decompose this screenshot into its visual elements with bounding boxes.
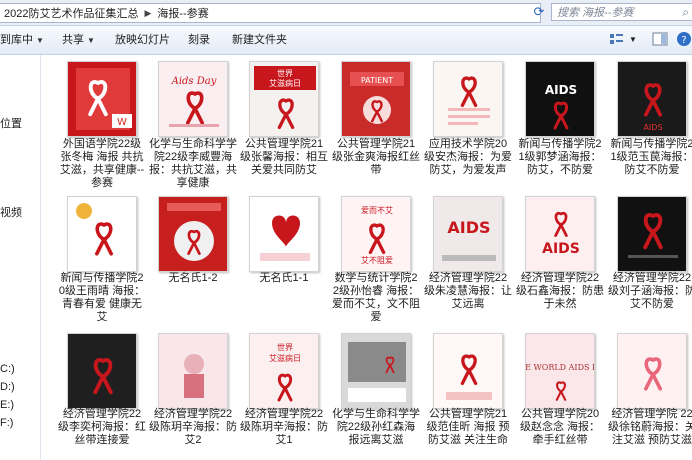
file-thumbnail[interactable]: W: [67, 61, 137, 137]
slideshow-button[interactable]: 放映幻灯片: [115, 33, 170, 47]
nav-item-drive-e[interactable]: E:): [0, 399, 14, 411]
file-name[interactable]: 公共管理学院21级张馨海报：相互关爱共同防艾: [240, 138, 328, 177]
file-name[interactable]: 新闻与传播学院21级范玉苠海报：防艾不防爱: [608, 138, 692, 177]
chevron-down-icon: ▼: [36, 36, 44, 45]
command-bar: 到库中 ▼ 共享 ▼ 放映幻灯片 刻录 新建文件夹 ▼ ?: [0, 26, 692, 55]
svg-text:艾滋病日: 艾滋病日: [269, 78, 301, 88]
nav-item-location[interactable]: 位置: [0, 115, 22, 131]
file-thumbnail[interactable]: THE WORLD AIDS DAY: [525, 333, 595, 409]
file-name[interactable]: 数学与统计学院22级孙怡睿 海报：爱而不艾，文不阻爱: [332, 272, 420, 324]
file-thumbnail[interactable]: [158, 196, 228, 272]
file-thumbnail[interactable]: [67, 333, 137, 409]
file-name[interactable]: 应用技术学院20级安杰海报：为爱防艾，为爱发声: [424, 138, 512, 177]
svg-text:AIDS: AIDS: [545, 83, 577, 97]
file-name[interactable]: 新闻与传播学院21级郭梦涵海报：防艾，不防爱: [516, 138, 604, 177]
file-name[interactable]: 化学与生命科学学院22级李威豐海报：共抗艾滋，共享健康: [149, 138, 237, 190]
svg-text:?: ?: [681, 35, 686, 46]
file-thumbnail[interactable]: [617, 196, 687, 272]
svg-text:艾滋病日: 艾滋病日: [269, 353, 301, 363]
file-name[interactable]: 经济管理学院22级陈玥辛海报：防艾1: [240, 408, 328, 447]
file-name[interactable]: 无名氏1-1: [240, 272, 328, 285]
file-name[interactable]: 经济管理学院 22级徐铭蔚海报：关注艾滋 预防艾滋: [608, 408, 692, 447]
search-input[interactable]: 搜索 海报--参赛 ⌕: [551, 3, 692, 21]
svg-text:AIDS: AIDS: [447, 218, 490, 237]
share-label: 共享: [62, 34, 84, 46]
file-thumbnail[interactable]: [249, 196, 319, 272]
svg-text:AIDS: AIDS: [542, 241, 580, 257]
file-name[interactable]: 经济管理学院22级李奕柯海报：红丝带连接爱: [58, 408, 146, 447]
svg-text:W: W: [117, 117, 127, 128]
file-list: W 外国语学院22级张冬梅 海报 共抗艾滋，共享健康--参赛 Aids Day 化学与…: [42, 55, 692, 460]
share-button[interactable]: 共享 ▼: [62, 33, 95, 47]
file-thumbnail[interactable]: AIDS: [525, 61, 595, 137]
file-name[interactable]: 公共管理学院21级张金爽海报红丝带: [332, 138, 420, 177]
breadcrumb-current[interactable]: 海报--参赛: [153, 5, 212, 21]
file-name[interactable]: 公共管理学院20级赵念念 海报：牵手红丝带: [516, 408, 604, 447]
svg-text:AIDS: AIDS: [643, 123, 662, 132]
file-name[interactable]: 公共管理学院21级范佳昕 海报 预防艾滋 关注生命: [424, 408, 512, 447]
file-thumbnail[interactable]: AIDS: [617, 61, 687, 137]
file-name[interactable]: 经济管理学院22级石鑫海报：防患于未然: [516, 272, 604, 311]
file-thumbnail[interactable]: PATIENT: [341, 61, 411, 137]
file-name[interactable]: 无名氏1-2: [149, 272, 237, 285]
file-name[interactable]: 经济管理学院22级刘子涵海报：防艾不防爱: [608, 272, 692, 311]
help-icon[interactable]: ?: [676, 31, 692, 47]
view-options-icon[interactable]: [609, 31, 625, 47]
file-name[interactable]: 外国语学院22级张冬梅 海报 共抗艾滋，共享健康--参赛: [58, 138, 146, 190]
breadcrumb-separator-icon[interactable]: ▶: [142, 8, 153, 19]
file-name[interactable]: 化学与生命科学学院22级孙红森海报远离艾滋: [332, 408, 420, 447]
file-thumbnail[interactable]: Aids Day: [158, 61, 228, 137]
nav-item-drive-d[interactable]: D:): [0, 381, 15, 393]
nav-item-drive-c[interactable]: C:): [0, 363, 15, 375]
search-icon[interactable]: ⌕: [682, 5, 689, 20]
file-thumbnail[interactable]: [67, 196, 137, 272]
burn-button[interactable]: 刻录: [188, 33, 210, 47]
breadcrumb-folder[interactable]: 2022防艾艺术作品征集汇总: [0, 5, 142, 21]
file-thumbnail[interactable]: 世界 艾滋病日: [249, 333, 319, 409]
nav-item-videos[interactable]: 视频: [0, 204, 22, 220]
file-thumbnail[interactable]: 世界 艾滋病日: [249, 61, 319, 137]
file-thumbnail[interactable]: AIDS: [433, 196, 503, 272]
file-thumbnail[interactable]: AIDS: [525, 196, 595, 272]
file-thumbnail[interactable]: [617, 333, 687, 409]
include-in-library-button[interactable]: 到库中 ▼: [0, 33, 44, 47]
search-placeholder: 搜索 海报--参赛: [557, 7, 634, 19]
svg-text:世界: 世界: [277, 68, 293, 78]
view-dropdown-icon[interactable]: ▼: [629, 33, 637, 47]
file-name[interactable]: 新闻与传播学院20级王雨晴 海报：青春有爱 健康无艾: [58, 272, 146, 324]
file-thumbnail[interactable]: 爱而不艾 艾不阻爱: [341, 196, 411, 272]
svg-text:爱而不艾: 爱而不艾: [361, 206, 393, 215]
svg-text:PATIENT: PATIENT: [361, 76, 393, 85]
new-folder-button[interactable]: 新建文件夹: [232, 33, 287, 47]
preview-pane-icon[interactable]: [652, 31, 668, 47]
address-bar: 2022防艾艺术作品征集汇总 ▶ 海报--参赛 ⟳ 搜索 海报--参赛 ⌕: [0, 0, 692, 26]
file-thumbnail[interactable]: [433, 61, 503, 137]
nav-item-drive-f[interactable]: F:): [0, 417, 13, 429]
file-thumbnail[interactable]: [341, 333, 411, 409]
file-name[interactable]: 经济管理学院22级朱凌慧海报：让艾远离: [424, 272, 512, 311]
file-thumbnail[interactable]: [158, 333, 228, 409]
navigation-pane: 位置 视频 C:) D:) E:) F:): [0, 55, 41, 460]
breadcrumb[interactable]: 2022防艾艺术作品征集汇总 ▶ 海报--参赛: [0, 3, 541, 23]
file-thumbnail[interactable]: [433, 333, 503, 409]
svg-text:艾不阻爱: 艾不阻爱: [361, 256, 393, 265]
svg-text:Aids Day: Aids Day: [171, 76, 217, 87]
svg-text:世界: 世界: [277, 342, 293, 352]
file-name[interactable]: 经济管理学院22级陈玥辛海报：防艾2: [149, 408, 237, 447]
refresh-icon[interactable]: ⟳: [530, 3, 548, 21]
chevron-down-icon: ▼: [87, 36, 95, 45]
include-in-library-label: 到库中: [0, 34, 33, 46]
svg-text:THE WORLD AIDS DAY: THE WORLD AIDS DAY: [526, 363, 595, 372]
